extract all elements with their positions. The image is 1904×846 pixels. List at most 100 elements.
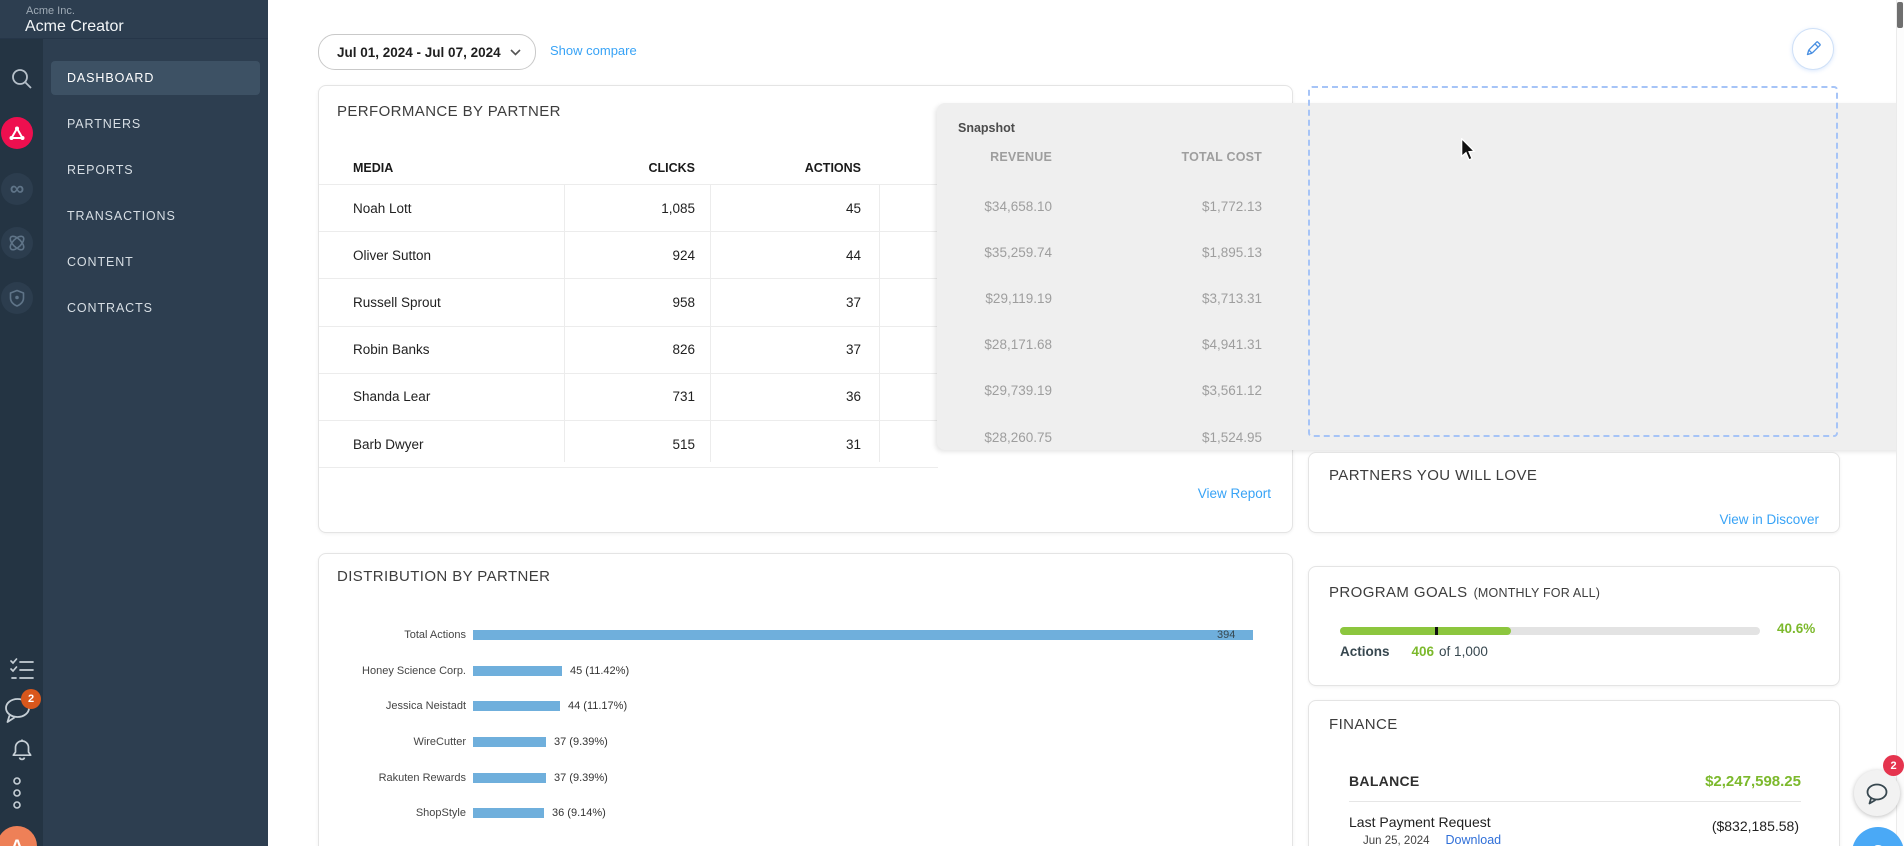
view-report-link[interactable]: View Report [1198, 486, 1271, 501]
cell-actions: 31 [710, 437, 879, 452]
chart-bar[interactable] [473, 630, 1253, 640]
cell-clicks: 924 [564, 248, 710, 263]
table-row[interactable]: Barb Dwyer 515 31 [319, 420, 938, 467]
sidebar-nav-item[interactable]: DASHBOARD [51, 61, 260, 95]
support-chat-badge: 2 [1883, 755, 1904, 776]
column-header-clicks[interactable]: CLICKS [564, 161, 710, 175]
download-link[interactable]: Download [1446, 833, 1502, 846]
sidebar-nav-item[interactable]: TRANSACTIONS [51, 199, 260, 233]
snapshot-row: $28,171.68 $4,941.31 [937, 322, 1262, 368]
chart-value-label: 37 (9.39%) [554, 772, 608, 784]
distribution-card-title: DISTRIBUTION BY PARTNER [337, 568, 550, 585]
table-row[interactable]: Robin Banks 826 37 [319, 326, 938, 373]
chart-category-label: Jessica Neistadt [319, 700, 473, 712]
shield-product-icon[interactable] [1, 282, 33, 314]
snapshot-header: REVENUE TOTAL COST [937, 150, 1262, 164]
last-payment-subrow: Jun 25, 2024 Download [1363, 833, 1501, 846]
cell-actions: 45 [710, 201, 879, 216]
date-range-label: Jul 01, 2024 - Jul 07, 2024 [337, 45, 501, 60]
goal-pace-marker [1435, 627, 1438, 635]
sidebar-nav-item-label: DASHBOARD [67, 71, 154, 85]
finance-card: FINANCE BALANCE $2,247,598.25 Last Payme… [1308, 700, 1840, 846]
org-name: Acme Inc. [26, 5, 75, 17]
chart-value-label: 45 (11.42%) [570, 665, 629, 677]
balance-value: $2,247,598.25 [1705, 773, 1801, 790]
column-header-total-cost[interactable]: TOTAL COST [1052, 150, 1262, 164]
chart-bar[interactable] [473, 666, 562, 676]
sidebar-nav-item[interactable]: REPORTS [51, 153, 260, 187]
chart-category-label: Rakuten Rewards [319, 772, 473, 784]
cell-revenue: $29,739.19 [937, 383, 1052, 398]
support-chat-button[interactable] [1854, 770, 1900, 816]
goal-progress-track[interactable] [1340, 627, 1760, 635]
column-header-revenue[interactable]: REVENUE [937, 150, 1052, 164]
sidebar-nav-item[interactable]: PARTNERS [51, 107, 260, 141]
cell-actions: 36 [710, 389, 879, 404]
last-payment-label: Last Payment Request [1349, 814, 1491, 830]
chart-row: Rakuten Rewards 37 (9.39%) [319, 760, 1294, 796]
goal-caption: Actions 406 of 1,000 [1340, 644, 1488, 659]
column-header-media[interactable]: MEDIA [319, 161, 564, 175]
cell-revenue: $28,260.75 [937, 430, 1052, 445]
chat-bubble-icon [1865, 782, 1889, 805]
distribution-by-partner-card: DISTRIBUTION BY PARTNER Total Actions 39… [318, 553, 1293, 846]
chart-row: Total Actions 394 [319, 617, 1294, 653]
view-in-discover-link[interactable]: View in Discover [1719, 512, 1819, 527]
dashboard-page: Acme Inc. Acme Creator ∞ [0, 0, 1904, 846]
chevron-down-icon [510, 49, 521, 56]
cell-media: Russell Sprout [319, 295, 564, 310]
sidebar-nav-item-label: PARTNERS [67, 117, 141, 131]
show-compare-link[interactable]: Show compare [550, 43, 637, 58]
snapshot-body: $34,658.10 $1,772.13 $35,259.74 $1,895.1… [937, 183, 1262, 460]
finance-divider [1349, 801, 1801, 802]
cell-total-cost: $1,895.13 [1052, 245, 1262, 260]
knot-product-icon[interactable] [1, 227, 33, 259]
cell-clicks: 731 [564, 389, 710, 404]
cell-actions: 37 [710, 342, 879, 357]
chart-bar[interactable] [473, 737, 546, 747]
sidebar-nav-item-label: TRANSACTIONS [67, 209, 176, 223]
cell-total-cost: $4,941.31 [1052, 337, 1262, 352]
goal-progress-fill [1340, 627, 1511, 635]
brand-logo-icon[interactable] [1, 117, 33, 149]
cell-revenue: $29,119.19 [937, 291, 1052, 306]
sidebar-nav-item[interactable]: CONTRACTS [51, 291, 260, 325]
snapshot-row: $29,119.19 $3,713.31 [937, 275, 1262, 321]
chart-bar[interactable] [473, 701, 560, 711]
chart-value-label: 394 [1217, 629, 1235, 641]
program-goals-title-text: PROGRAM GOALS [1329, 584, 1468, 601]
cell-actions: 44 [710, 248, 879, 263]
edit-dashboard-button[interactable] [1792, 28, 1834, 70]
column-divider [710, 184, 711, 462]
cell-media: Oliver Sutton [319, 248, 564, 263]
scrollbar-thumb[interactable] [1897, 2, 1903, 28]
column-header-actions[interactable]: ACTIONS [710, 161, 879, 175]
table-row[interactable]: Noah Lott 1,085 45 [319, 184, 938, 231]
infinity-product-icon[interactable]: ∞ [1, 173, 33, 205]
sidebar-nav-item-label: REPORTS [67, 163, 134, 177]
chat-badge: 2 [21, 689, 41, 709]
table-row[interactable]: Oliver Sutton 924 44 [319, 231, 938, 278]
bell-icon[interactable] [0, 738, 43, 762]
chart-row: WireCutter 37 (9.39%) [319, 724, 1294, 760]
chart-bar[interactable] [473, 808, 544, 818]
cell-clicks: 826 [564, 342, 710, 357]
table-row[interactable]: Russell Sprout 958 37 [319, 278, 938, 325]
cell-clicks: 1,085 [564, 201, 710, 216]
snapshot-label: Snapshot [958, 121, 1015, 135]
chart-category-label: WireCutter [319, 736, 473, 748]
column-divider [879, 184, 880, 462]
date-range-picker[interactable]: Jul 01, 2024 - Jul 07, 2024 [318, 34, 536, 70]
table-row[interactable]: Shanda Lear 731 36 [319, 373, 938, 420]
tasks-icon[interactable] [0, 656, 43, 682]
scrollbar-track[interactable] [1896, 0, 1904, 846]
cell-total-cost: $3,713.31 [1052, 291, 1262, 306]
cell-media: Robin Banks [319, 342, 564, 357]
mouse-cursor [1460, 138, 1476, 162]
chart-bar[interactable] [473, 773, 546, 783]
last-payment-date: Jun 25, 2024 [1363, 835, 1430, 846]
more-options-icon[interactable] [11, 776, 23, 816]
widget-drop-placeholder[interactable] [1308, 86, 1838, 437]
search-icon[interactable] [0, 67, 43, 91]
sidebar-nav-item[interactable]: CONTENT [51, 245, 260, 279]
